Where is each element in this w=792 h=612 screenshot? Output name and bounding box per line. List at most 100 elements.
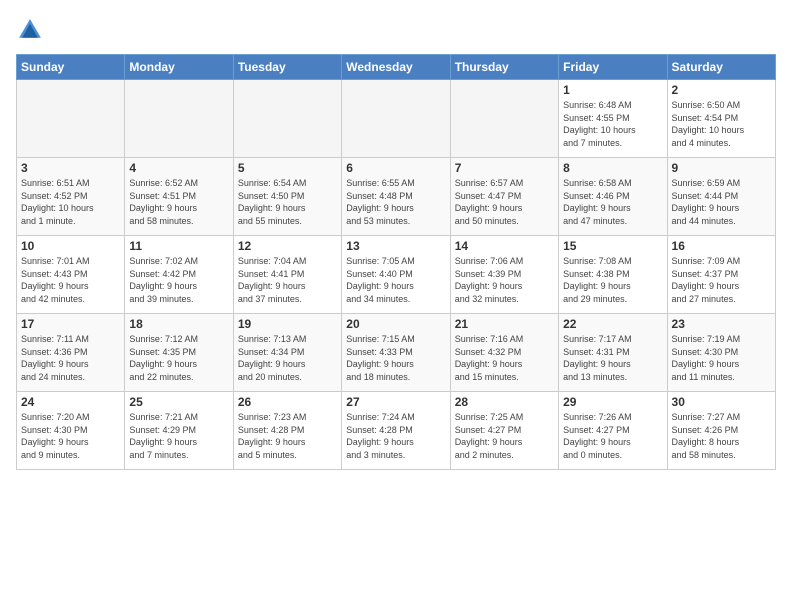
- day-info: Sunrise: 7:24 AM Sunset: 4:28 PM Dayligh…: [346, 411, 445, 461]
- day-info: Sunrise: 6:59 AM Sunset: 4:44 PM Dayligh…: [672, 177, 771, 227]
- calendar-cell: 23Sunrise: 7:19 AM Sunset: 4:30 PM Dayli…: [667, 314, 775, 392]
- weekday-saturday: Saturday: [667, 55, 775, 80]
- calendar-cell: 17 Sunrise: 7:11 AM Sunset: 4:36 PM Dayli…: [17, 314, 125, 392]
- day-number: 24: [21, 395, 120, 409]
- day-number: 18: [129, 317, 228, 331]
- day-info: Sunrise: 7:12 AM Sunset: 4:35 PM Dayligh…: [129, 333, 228, 383]
- calendar-cell: 11 Sunrise: 7:02 AM Sunset: 4:42 PM Dayli…: [125, 236, 233, 314]
- weekday-tuesday: Tuesday: [233, 55, 341, 80]
- day-number: 5: [238, 161, 337, 175]
- day-info: Sunrise: 7:01 AM Sunset: 4:43 PM Dayligh…: [21, 255, 120, 305]
- calendar-cell: 20 Sunrise: 7:15 AM Sunset: 4:33 PM Dayli…: [342, 314, 450, 392]
- weekday-monday: Monday: [125, 55, 233, 80]
- day-info: Sunrise: 7:21 AM Sunset: 4:29 PM Dayligh…: [129, 411, 228, 461]
- day-info: Sunrise: 6:52 AM Sunset: 4:51 PM Dayligh…: [129, 177, 228, 227]
- day-info: Sunrise: 7:05 AM Sunset: 4:40 PM Dayligh…: [346, 255, 445, 305]
- day-info: Sunrise: 6:57 AM Sunset: 4:47 PM Dayligh…: [455, 177, 554, 227]
- calendar-table: SundayMondayTuesdayWednesdayThursdayFrid…: [16, 54, 776, 470]
- calendar-cell: 12 Sunrise: 7:04 AM Sunset: 4:41 PM Dayli…: [233, 236, 341, 314]
- day-number: 2: [672, 83, 771, 97]
- day-number: 29: [563, 395, 662, 409]
- day-info: Sunrise: 7:09 AM Sunset: 4:37 PM Dayligh…: [672, 255, 771, 305]
- day-info: Sunrise: 7:25 AM Sunset: 4:27 PM Dayligh…: [455, 411, 554, 461]
- day-number: 11: [129, 239, 228, 253]
- calendar-cell: [125, 80, 233, 158]
- calendar-week-3: 10 Sunrise: 7:01 AM Sunset: 4:43 PM Dayli…: [17, 236, 776, 314]
- day-info: Sunrise: 7:08 AM Sunset: 4:38 PM Dayligh…: [563, 255, 662, 305]
- calendar-cell: 26 Sunrise: 7:23 AM Sunset: 4:28 PM Dayli…: [233, 392, 341, 470]
- calendar-cell: 15 Sunrise: 7:08 AM Sunset: 4:38 PM Dayli…: [559, 236, 667, 314]
- generalblue-logo-icon: [16, 16, 44, 44]
- calendar-cell: 28 Sunrise: 7:25 AM Sunset: 4:27 PM Dayli…: [450, 392, 558, 470]
- calendar-cell: 4 Sunrise: 6:52 AM Sunset: 4:51 PM Daylig…: [125, 158, 233, 236]
- day-info: Sunrise: 7:26 AM Sunset: 4:27 PM Dayligh…: [563, 411, 662, 461]
- day-info: Sunrise: 7:15 AM Sunset: 4:33 PM Dayligh…: [346, 333, 445, 383]
- calendar-week-2: 3 Sunrise: 6:51 AM Sunset: 4:52 PM Daylig…: [17, 158, 776, 236]
- logo: [16, 16, 44, 44]
- day-info: Sunrise: 7:02 AM Sunset: 4:42 PM Dayligh…: [129, 255, 228, 305]
- calendar-cell: [17, 80, 125, 158]
- day-number: 14: [455, 239, 554, 253]
- day-number: 17: [21, 317, 120, 331]
- calendar-week-1: 1Sunrise: 6:48 AM Sunset: 4:55 PM Daylig…: [17, 80, 776, 158]
- day-info: Sunrise: 7:23 AM Sunset: 4:28 PM Dayligh…: [238, 411, 337, 461]
- day-info: Sunrise: 7:16 AM Sunset: 4:32 PM Dayligh…: [455, 333, 554, 383]
- day-number: 28: [455, 395, 554, 409]
- day-number: 15: [563, 239, 662, 253]
- day-number: 8: [563, 161, 662, 175]
- calendar-cell: 2Sunrise: 6:50 AM Sunset: 4:54 PM Daylig…: [667, 80, 775, 158]
- calendar-cell: 22Sunrise: 7:17 AM Sunset: 4:31 PM Dayli…: [559, 314, 667, 392]
- day-info: Sunrise: 6:54 AM Sunset: 4:50 PM Dayligh…: [238, 177, 337, 227]
- day-info: Sunrise: 7:17 AM Sunset: 4:31 PM Dayligh…: [563, 333, 662, 383]
- weekday-thursday: Thursday: [450, 55, 558, 80]
- calendar-week-4: 17 Sunrise: 7:11 AM Sunset: 4:36 PM Dayli…: [17, 314, 776, 392]
- page: SundayMondayTuesdayWednesdayThursdayFrid…: [0, 0, 792, 478]
- header: [16, 16, 776, 44]
- day-number: 27: [346, 395, 445, 409]
- calendar-cell: 7 Sunrise: 6:57 AM Sunset: 4:47 PM Daylig…: [450, 158, 558, 236]
- day-number: 19: [238, 317, 337, 331]
- day-info: Sunrise: 7:11 AM Sunset: 4:36 PM Dayligh…: [21, 333, 120, 383]
- day-number: 30: [672, 395, 771, 409]
- calendar-cell: 16 Sunrise: 7:09 AM Sunset: 4:37 PM Dayli…: [667, 236, 775, 314]
- calendar-cell: 30 Sunrise: 7:27 AM Sunset: 4:26 PM Dayli…: [667, 392, 775, 470]
- calendar-cell: 29 Sunrise: 7:26 AM Sunset: 4:27 PM Dayli…: [559, 392, 667, 470]
- day-number: 20: [346, 317, 445, 331]
- calendar-cell: 3 Sunrise: 6:51 AM Sunset: 4:52 PM Daylig…: [17, 158, 125, 236]
- calendar-cell: 27 Sunrise: 7:24 AM Sunset: 4:28 PM Dayli…: [342, 392, 450, 470]
- calendar-cell: 14Sunrise: 7:06 AM Sunset: 4:39 PM Dayli…: [450, 236, 558, 314]
- calendar-cell: 19Sunrise: 7:13 AM Sunset: 4:34 PM Dayli…: [233, 314, 341, 392]
- day-number: 1: [563, 83, 662, 97]
- calendar-cell: [233, 80, 341, 158]
- day-number: 3: [21, 161, 120, 175]
- day-number: 21: [455, 317, 554, 331]
- calendar-cell: 8 Sunrise: 6:58 AM Sunset: 4:46 PM Daylig…: [559, 158, 667, 236]
- calendar-cell: [342, 80, 450, 158]
- calendar-week-5: 24 Sunrise: 7:20 AM Sunset: 4:30 PM Dayli…: [17, 392, 776, 470]
- calendar-cell: 10 Sunrise: 7:01 AM Sunset: 4:43 PM Dayli…: [17, 236, 125, 314]
- day-number: 26: [238, 395, 337, 409]
- day-number: 25: [129, 395, 228, 409]
- day-info: Sunrise: 7:27 AM Sunset: 4:26 PM Dayligh…: [672, 411, 771, 461]
- day-info: Sunrise: 6:58 AM Sunset: 4:46 PM Dayligh…: [563, 177, 662, 227]
- weekday-sunday: Sunday: [17, 55, 125, 80]
- calendar-cell: 6 Sunrise: 6:55 AM Sunset: 4:48 PM Daylig…: [342, 158, 450, 236]
- day-number: 4: [129, 161, 228, 175]
- day-number: 12: [238, 239, 337, 253]
- calendar-cell: [450, 80, 558, 158]
- day-info: Sunrise: 7:20 AM Sunset: 4:30 PM Dayligh…: [21, 411, 120, 461]
- day-info: Sunrise: 7:19 AM Sunset: 4:30 PM Dayligh…: [672, 333, 771, 383]
- day-number: 9: [672, 161, 771, 175]
- day-number: 16: [672, 239, 771, 253]
- day-info: Sunrise: 7:04 AM Sunset: 4:41 PM Dayligh…: [238, 255, 337, 305]
- day-info: Sunrise: 6:55 AM Sunset: 4:48 PM Dayligh…: [346, 177, 445, 227]
- day-number: 7: [455, 161, 554, 175]
- weekday-wednesday: Wednesday: [342, 55, 450, 80]
- day-number: 10: [21, 239, 120, 253]
- calendar-cell: 24 Sunrise: 7:20 AM Sunset: 4:30 PM Dayli…: [17, 392, 125, 470]
- day-number: 6: [346, 161, 445, 175]
- calendar-cell: 25 Sunrise: 7:21 AM Sunset: 4:29 PM Dayli…: [125, 392, 233, 470]
- calendar-cell: 13Sunrise: 7:05 AM Sunset: 4:40 PM Dayli…: [342, 236, 450, 314]
- weekday-header-row: SundayMondayTuesdayWednesdayThursdayFrid…: [17, 55, 776, 80]
- day-info: Sunrise: 6:51 AM Sunset: 4:52 PM Dayligh…: [21, 177, 120, 227]
